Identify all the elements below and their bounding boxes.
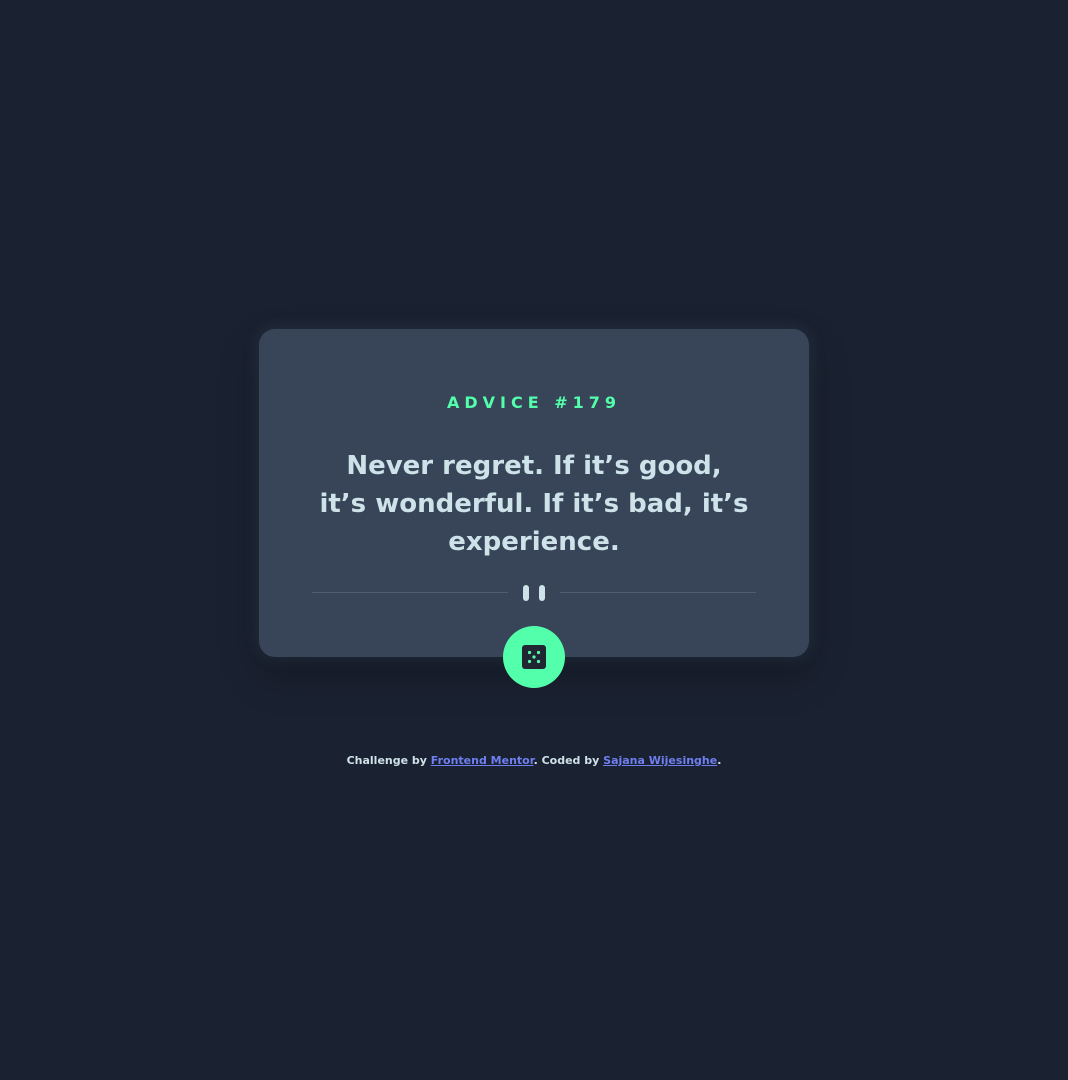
attribution-suffix: . xyxy=(717,754,722,767)
attribution-prefix: Challenge by xyxy=(346,754,431,767)
attribution-middle: . Coded by xyxy=(533,754,604,767)
advice-quote: Never regret. If it’s good, it’s wonderf… xyxy=(319,451,749,557)
advice-number: ADVICE #179 xyxy=(446,393,622,412)
advice-card: ADVICE #179 Never regret. If it’s good, … xyxy=(259,329,809,657)
divider xyxy=(312,585,756,601)
dice-icon xyxy=(522,645,546,669)
page: ADVICE #179 Never regret. If it’s good, … xyxy=(0,0,1068,1080)
attribution: Challenge by Frontend Mentor. Coded by S… xyxy=(0,752,1068,770)
author-link[interactable]: Sajana Wijesinghe xyxy=(603,754,717,767)
pause-bar-left xyxy=(523,585,529,601)
new-advice-button[interactable] xyxy=(503,626,565,688)
divider-line-left xyxy=(312,592,508,593)
divider-line-right xyxy=(560,592,756,593)
frontend-mentor-link[interactable]: Frontend Mentor xyxy=(431,754,534,767)
pause-icon xyxy=(523,585,545,601)
pause-bar-right xyxy=(539,585,545,601)
